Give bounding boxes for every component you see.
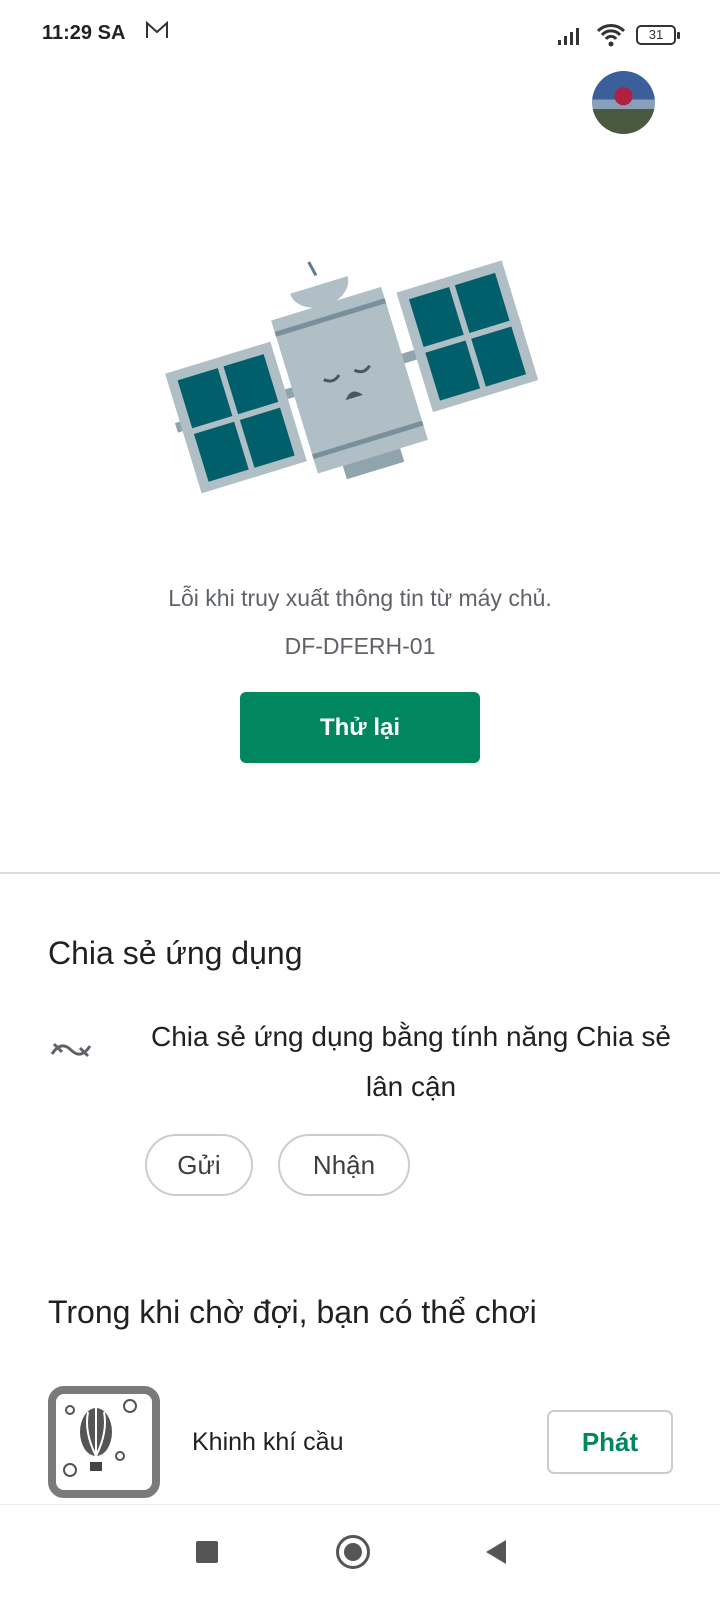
battery-indicator: 31 xyxy=(636,25,680,45)
nearby-share-icon xyxy=(50,1040,92,1065)
satellite-illustration xyxy=(150,240,570,545)
share-section-title: Chia sẻ ứng dụng xyxy=(48,935,303,971)
receive-button[interactable]: Nhận xyxy=(278,1134,410,1196)
divider xyxy=(0,872,720,874)
error-code: DF-DFERH-01 xyxy=(284,633,436,659)
send-button[interactable]: Gửi xyxy=(145,1134,253,1196)
back-button[interactable] xyxy=(486,1540,506,1564)
error-text: Lỗi khi truy xuất thông tin từ máy chủ. xyxy=(168,585,552,611)
game-name: Khinh khí cầu xyxy=(192,1428,344,1456)
play-button[interactable]: Phát xyxy=(547,1410,673,1474)
gmail-icon xyxy=(145,20,169,46)
wifi-icon xyxy=(596,22,626,53)
share-description: Chia sẻ ứng dụng bằng tính năng Chia sẻ … xyxy=(150,1021,671,1102)
retry-button[interactable]: Thử lại xyxy=(240,692,480,763)
home-button[interactable] xyxy=(336,1535,370,1569)
error-message: Lỗi khi truy xuất thông tin từ máy chủ. … xyxy=(0,574,720,670)
navigation-bar xyxy=(0,1504,720,1600)
account-avatar[interactable] xyxy=(592,71,655,134)
status-time: 11:29 SA xyxy=(42,22,126,44)
games-section-title: Trong khi chờ đợi, bạn có thể chơi xyxy=(48,1294,537,1330)
recents-button[interactable] xyxy=(196,1541,218,1563)
balloon-game-icon[interactable] xyxy=(48,1386,160,1498)
signal-icon xyxy=(558,26,586,51)
